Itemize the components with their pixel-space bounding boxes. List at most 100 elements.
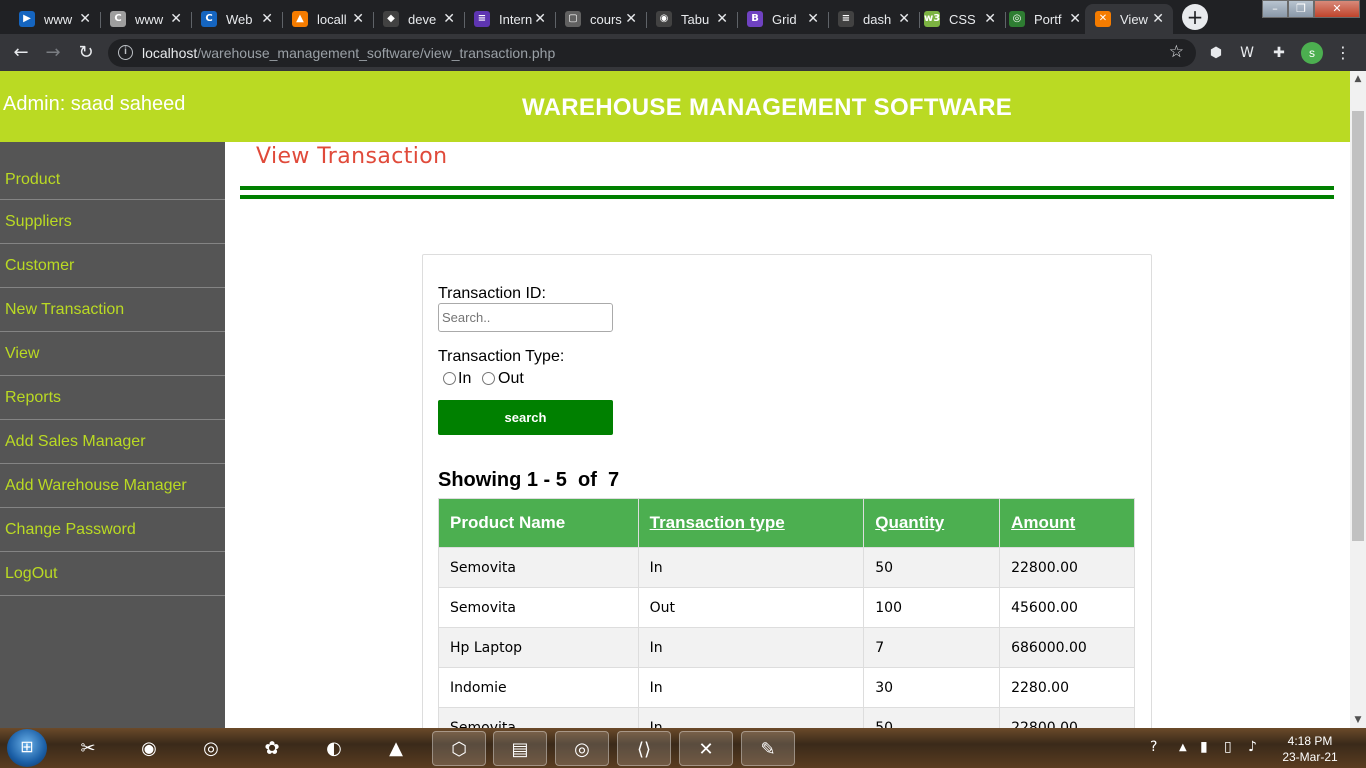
page-title: View Transaction	[256, 144, 448, 169]
list-icon: ≡	[474, 11, 490, 27]
back-arrow-icon[interactable]: ←	[9, 41, 33, 65]
url-text[interactable]: localhost/warehouse_management_software/…	[142, 45, 555, 61]
browser-tab[interactable]: B Grid ✕	[737, 4, 829, 34]
chrome-icon[interactable]: ◎	[555, 731, 609, 766]
browser-tab[interactable]: C www ✕	[100, 4, 192, 34]
scrollbar-thumb[interactable]	[1352, 111, 1364, 541]
browser-tab[interactable]: ▲ locall ✕	[282, 4, 374, 34]
sidebar-item-reports[interactable]: Reports	[0, 376, 225, 420]
type-in-label[interactable]: In	[458, 370, 471, 388]
menu-dots-icon[interactable]: ⋮	[1335, 43, 1351, 63]
app-chameleon-icon[interactable]: ◐	[307, 731, 361, 766]
close-icon[interactable]: ✕	[1152, 11, 1164, 27]
bookmark-star-icon[interactable]: ☆	[1169, 42, 1184, 62]
puzzle-icon[interactable]: ✚	[1269, 43, 1289, 63]
cell-quantity: 50	[863, 707, 1001, 728]
tab-label: Tabu	[681, 11, 710, 27]
clock-date: 23-Mar-21	[1282, 750, 1338, 764]
close-icon[interactable]: ✕	[170, 11, 182, 27]
snipping-tool-icon[interactable]: ✂	[61, 731, 115, 766]
file-explorer-icon[interactable]: ▤	[493, 731, 547, 766]
sidebar-item-logout[interactable]: LogOut	[0, 552, 225, 596]
window-close-button[interactable]: ✕	[1314, 0, 1360, 18]
close-icon[interactable]: ✕	[1069, 11, 1081, 27]
virtualbox-icon[interactable]: ⬡	[432, 731, 486, 766]
close-icon[interactable]: ✕	[898, 11, 910, 27]
app-rocket-icon[interactable]: ▲	[369, 731, 423, 766]
page-scrollbar[interactable]: ▲ ▼	[1350, 71, 1366, 728]
table-row: Semovita Out 100 45600.00	[438, 587, 1135, 628]
close-icon[interactable]: ✕	[625, 11, 637, 27]
column-header-quantity[interactable]: Quantity	[863, 498, 1001, 548]
vscode-icon[interactable]: ⟨⟩	[617, 731, 671, 766]
chrome-icon[interactable]: ◎	[184, 731, 238, 766]
site-info-icon[interactable]: i	[118, 45, 133, 60]
transaction-type-label: Transaction Type:	[438, 348, 565, 365]
browser-tab-active[interactable]: ✕ View ✕	[1085, 4, 1173, 34]
transaction-id-search-input[interactable]	[438, 303, 613, 332]
xampp-icon[interactable]: ✕	[679, 731, 733, 766]
browser-tab[interactable]: C Web ✕	[191, 4, 283, 34]
forward-arrow-icon[interactable]: →	[41, 41, 65, 65]
tab-label: deve	[408, 11, 437, 27]
system-clock[interactable]: 4:18 PM 23-Mar-21	[1280, 733, 1340, 765]
start-button[interactable]: ⊞	[7, 729, 47, 767]
profile-avatar[interactable]: s	[1301, 42, 1323, 64]
sidebar-item-product[interactable]: Product	[0, 142, 225, 200]
extension-w-icon[interactable]: W	[1237, 43, 1257, 63]
type-in-radio[interactable]	[443, 372, 456, 385]
battery-icon[interactable]: ▯	[1224, 739, 1232, 755]
close-icon[interactable]: ✕	[716, 11, 728, 27]
column-header-product-name: Product Name	[438, 498, 639, 548]
browser-toolbar: ← → ↻ i localhost/warehouse_management_s…	[0, 34, 1366, 71]
site-header: Admin: saad saheed WAREHOUSE MANAGEMENT …	[0, 71, 1350, 142]
type-out-radio[interactable]	[482, 372, 495, 385]
firefox-icon[interactable]: ◉	[122, 731, 176, 766]
browser-tab[interactable]: ◆ deve ✕	[373, 4, 465, 34]
search-button[interactable]: search	[438, 400, 613, 435]
browser-tab[interactable]: ▶ www ✕	[9, 4, 101, 34]
scroll-up-icon[interactable]: ▲	[1350, 71, 1366, 87]
cell-transaction-type: In	[637, 547, 865, 588]
sidebar-item-change-password[interactable]: Change Password	[0, 508, 225, 552]
volume-icon[interactable]: ♪	[1248, 739, 1257, 755]
browser-tab[interactable]: w3 CSS ✕	[914, 4, 1006, 34]
column-header-transaction-type[interactable]: Transaction type	[637, 498, 865, 548]
new-tab-button[interactable]: +	[1182, 4, 1208, 30]
column-header-amount[interactable]: Amount	[999, 498, 1135, 548]
close-icon[interactable]: ✕	[443, 11, 455, 27]
sidebar-item-add-warehouse-manager[interactable]: Add Warehouse Manager	[0, 464, 225, 508]
browser-tab[interactable]: ▢ cours ✕	[555, 4, 647, 34]
browser-tab[interactable]: ≡ dash ✕	[828, 4, 920, 34]
extension-cube-icon[interactable]: ⬢	[1206, 43, 1226, 63]
sidebar-item-add-sales-manager[interactable]: Add Sales Manager	[0, 420, 225, 464]
app-plant-icon[interactable]: ✿	[245, 731, 299, 766]
browser-tab[interactable]: ◎ Portf ✕	[999, 4, 1090, 34]
sidebar-item-suppliers[interactable]: Suppliers	[0, 200, 225, 244]
close-icon[interactable]: ✕	[352, 11, 364, 27]
close-icon[interactable]: ✕	[261, 11, 273, 27]
sidebar-item-customer[interactable]: Customer	[0, 244, 225, 288]
close-icon[interactable]: ✕	[984, 11, 996, 27]
network-signal-icon[interactable]: ▮	[1200, 739, 1208, 755]
browser-tab[interactable]: ≡ Intern ✕	[464, 4, 556, 34]
table-row: Indomie In 30 2280.00	[438, 667, 1135, 708]
sidebar-item-view[interactable]: View	[0, 332, 225, 376]
close-icon[interactable]: ✕	[79, 11, 91, 27]
reload-icon[interactable]: ↻	[74, 41, 98, 65]
clock-time: 4:18 PM	[1287, 734, 1333, 748]
scroll-down-icon[interactable]: ▼	[1350, 712, 1366, 728]
tab-label: cours	[590, 11, 622, 27]
show-hidden-icons-icon[interactable]: ▲	[1179, 742, 1187, 753]
type-out-label[interactable]: Out	[498, 370, 524, 388]
table-row: Hp Laptop In 7 686000.00	[438, 627, 1135, 668]
minimize-button[interactable]: –	[1262, 0, 1288, 18]
sidebar-item-new-transaction[interactable]: New Transaction	[0, 288, 225, 332]
paint-icon[interactable]: ✎	[741, 731, 795, 766]
close-icon[interactable]: ✕	[534, 11, 546, 27]
address-bar[interactable]: i localhost/warehouse_management_softwar…	[108, 39, 1196, 67]
close-icon[interactable]: ✕	[807, 11, 819, 27]
browser-tab[interactable]: ◉ Tabu ✕	[646, 4, 738, 34]
help-icon[interactable]: ?	[1150, 739, 1157, 755]
maximize-button[interactable]: ❐	[1288, 0, 1314, 18]
